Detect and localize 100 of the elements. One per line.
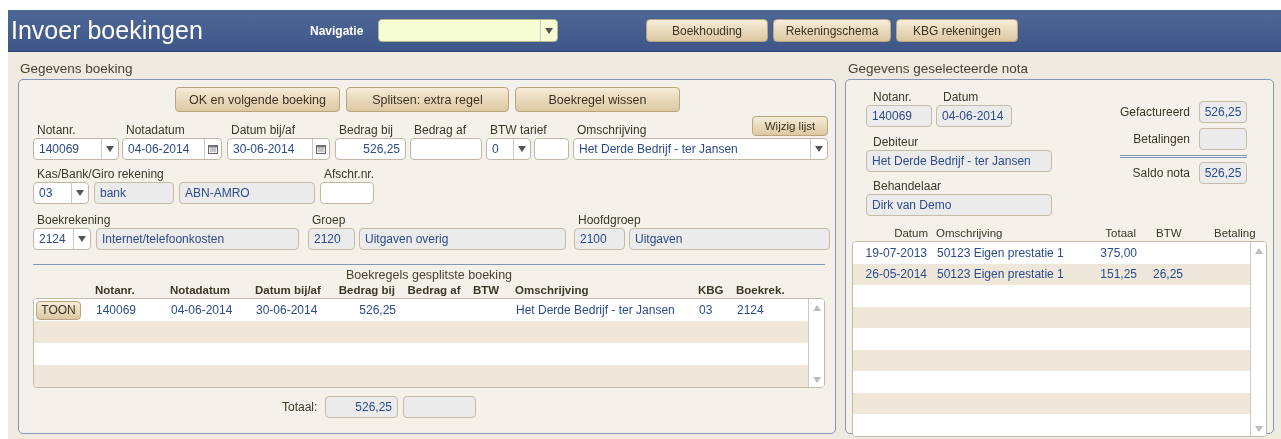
total-label: Gefactureerd: [1119, 105, 1190, 119]
column-header: Omschrijving: [936, 227, 1004, 239]
readonly-field: 140069: [866, 105, 932, 127]
column-header: Notadatum: [170, 284, 232, 296]
field-label: Omschrijving: [576, 123, 647, 138]
scroll-up-icon[interactable]: [812, 305, 821, 311]
action-button[interactable]: Splitsen: extra regel: [346, 87, 509, 112]
table-cell: 19-07-2013: [865, 245, 927, 260]
dropdown-field[interactable]: 0: [486, 138, 531, 160]
table-cell: 50123 Eigen prestatie 1: [937, 245, 1064, 260]
column-header: Boekrek.: [736, 284, 786, 296]
field-label: Datum bij/af: [230, 123, 296, 138]
table-cell: 151,25: [1100, 267, 1137, 282]
table-cell: Het Derde Bedrijf - ter Jansen: [516, 303, 675, 317]
total-label: Saldo nota: [1132, 166, 1190, 180]
navigation-label: Navigatie: [310, 23, 365, 38]
column-header: BTW: [1155, 227, 1183, 239]
column-header: Omschrijving: [515, 284, 590, 296]
readonly-field: 2120: [308, 228, 355, 250]
field-label: Groep: [311, 213, 346, 228]
field-label: Kas/Bank/Giro rekening: [36, 167, 164, 182]
field-label: Afschr.nr.: [323, 167, 375, 182]
scroll-down-icon[interactable]: [812, 377, 821, 383]
table-cell: 375,00: [1100, 245, 1137, 260]
table-cell: 2124: [737, 303, 764, 317]
table-cell: 140069: [96, 303, 137, 317]
total-label: Totaal:: [282, 400, 319, 414]
field-label: Boekrekening: [36, 213, 111, 228]
calendar-icon: [208, 144, 218, 154]
edit-list-button[interactable]: Wijzig lijst: [752, 116, 828, 136]
readonly-field: Uitgaven: [629, 228, 830, 250]
field-label: Bedrag af: [413, 123, 467, 138]
total-label: Betalingen: [1133, 132, 1190, 146]
caret-icon: [76, 190, 84, 196]
caret-icon: [518, 146, 526, 152]
scrollbar[interactable]: [1250, 242, 1266, 436]
table-cell: 526,25: [359, 303, 396, 317]
readonly-field: bank: [94, 182, 174, 204]
field-label: BTW tarief: [489, 123, 547, 138]
dropdown-field[interactable]: Het Derde Bedrijf - ter Jansen: [573, 138, 828, 160]
column-header: KBG: [698, 284, 725, 296]
field-label: Notanr.: [872, 90, 912, 105]
date-field[interactable]: 30-06-2014: [227, 138, 330, 160]
action-button[interactable]: Boekregel wissen: [515, 87, 680, 112]
navigation-dropdown[interactable]: [378, 19, 558, 42]
readonly-field: 04-06-2014: [936, 105, 1012, 127]
nav-button[interactable]: KBG rekeningen: [896, 19, 1018, 42]
nav-button[interactable]: Boekhouding: [646, 19, 768, 42]
calendar-icon: [316, 144, 326, 154]
date-field[interactable]: 04-06-2014: [122, 138, 222, 160]
panel-title: Gegevens boeking: [20, 61, 134, 78]
column-header: Betaling: [1213, 227, 1257, 239]
input-field[interactable]: [534, 138, 569, 160]
readonly-field: [1199, 128, 1247, 150]
scroll-up-icon[interactable]: [1254, 248, 1263, 254]
table-cell: 50123 Eigen prestatie 1: [937, 267, 1064, 282]
show-button[interactable]: TOON: [36, 300, 81, 320]
column-header: Bedrag af: [406, 284, 462, 296]
input-field[interactable]: [410, 138, 482, 160]
table-cell: 04-06-2014: [171, 303, 233, 317]
readonly-field: Uitgaven overig: [359, 228, 566, 250]
readonly-field: ABN-AMRO: [179, 182, 315, 204]
readonly-field: Het Derde Bedrijf - ter Jansen: [866, 150, 1052, 172]
field-label: Notadatum: [125, 123, 185, 138]
field-label: Notanr.: [36, 123, 76, 138]
caret-icon: [815, 146, 823, 152]
input-field[interactable]: [320, 182, 374, 204]
dropdown-field[interactable]: 03: [33, 182, 89, 204]
field-label: Debiteur: [872, 135, 919, 150]
input-field[interactable]: 526,25: [335, 138, 406, 160]
nav-button[interactable]: Rekeningschema: [773, 19, 891, 42]
column-header: Bedrag bij: [337, 284, 395, 296]
table-cell: 26,25: [1153, 267, 1184, 282]
readonly-field: 526,25: [1199, 101, 1247, 123]
page-title: Invoer boekingen: [11, 16, 204, 45]
readonly-field: Dirk van Demo: [866, 194, 1052, 216]
readonly-field: 526,25: [1199, 162, 1247, 184]
table-cell: 03: [699, 303, 713, 317]
action-button[interactable]: OK en volgende boeking: [175, 87, 340, 112]
column-header: Totaal: [1104, 227, 1136, 239]
field-label: Bedrag bij: [338, 123, 394, 138]
field-label: Hoofdgroep: [577, 213, 641, 228]
field-label: Behandelaar: [872, 179, 942, 194]
table-cell: 26-05-2014: [865, 267, 927, 282]
scrollbar[interactable]: [808, 299, 824, 387]
field-label: Datum: [942, 90, 979, 105]
column-header: Datum: [893, 227, 929, 239]
section-title: Boekregels gesplitste boeking: [344, 268, 514, 282]
panel-title: Gegevens geselecteerde nota: [848, 61, 1030, 78]
caret-icon: [78, 236, 86, 242]
caret-icon: [545, 27, 553, 34]
dropdown-field[interactable]: 140069: [33, 138, 119, 160]
scroll-down-icon[interactable]: [1254, 426, 1263, 432]
readonly-field: 2100: [574, 228, 625, 250]
readonly-field: Internet/telefoonkosten: [96, 228, 299, 250]
total-field: 526,25: [325, 396, 398, 418]
column-header: Datum bij/af: [255, 284, 322, 296]
table-cell: 30-06-2014: [256, 303, 318, 317]
column-header: BTW: [473, 284, 501, 296]
dropdown-field[interactable]: 2124: [33, 228, 91, 250]
